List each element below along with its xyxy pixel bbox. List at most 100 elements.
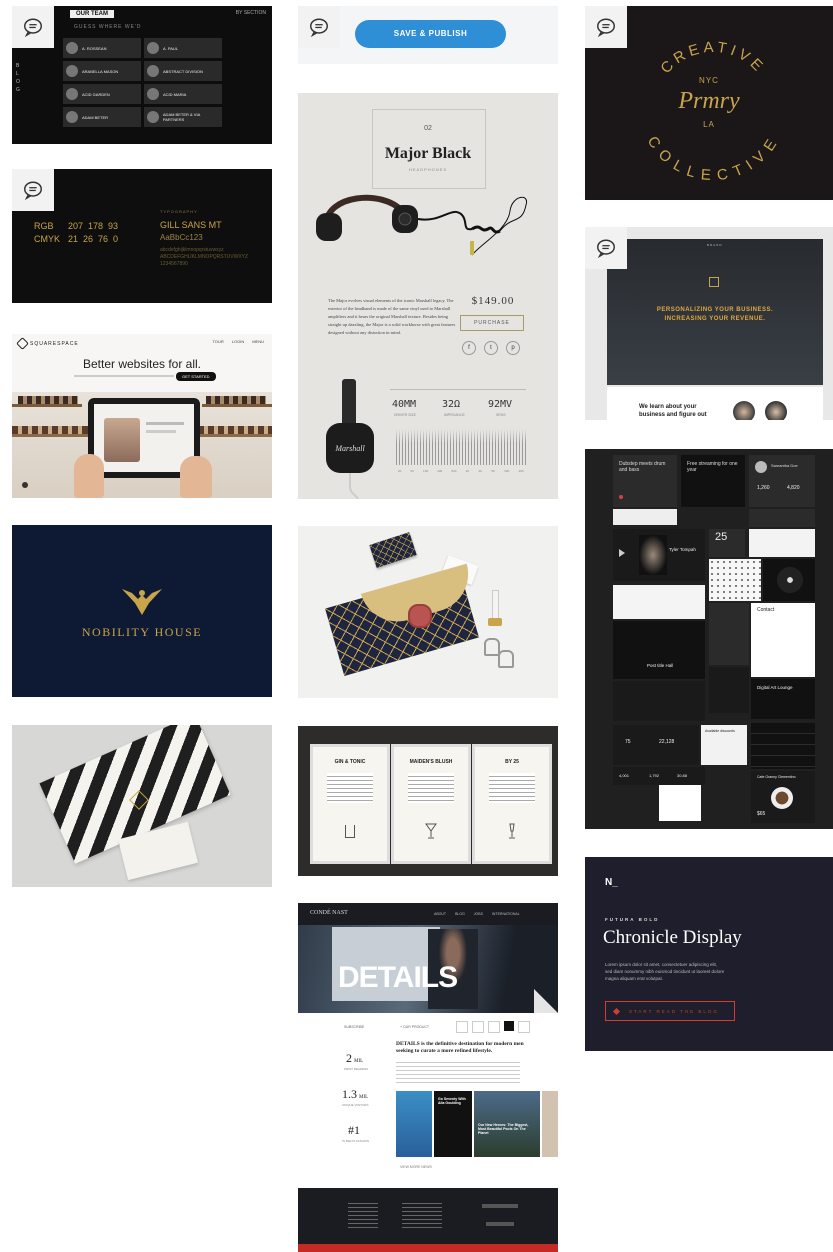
comment-button[interactable]	[12, 169, 54, 211]
nav-blog[interactable]: BLOG	[455, 912, 465, 916]
chronicle-body: Lorem ipsum dolor sit amet, consectetuer…	[605, 962, 725, 981]
post-title: Post title Hall	[647, 663, 674, 668]
contact-card[interactable]: Contact	[751, 603, 815, 677]
nav-jobs[interactable]: JOBS	[474, 912, 483, 916]
nav-tour[interactable]: TOUR	[213, 339, 224, 344]
read-blog-button[interactable]: START READ THE BLOG	[605, 1001, 735, 1021]
brand-colors-tile[interactable]: RGB 207 178 93 CMYK 21 26 76 0 TYPOGRAPH…	[12, 169, 272, 303]
team-header: OUR TEAM	[70, 10, 114, 18]
team-member-card[interactable]: ADAM BETER & VIA PARTNERS	[144, 107, 222, 127]
profile-card[interactable]: Samantha Doe 1,260 4,820	[749, 455, 815, 507]
person-photo	[733, 401, 755, 420]
publish-tile[interactable]: SAVE & PUBLISH	[298, 6, 558, 64]
stats-card[interactable]: 75 22,128	[613, 725, 699, 765]
article-card[interactable]	[396, 1091, 432, 1157]
logo-text: SQUARESPACE	[30, 340, 79, 347]
nav-about[interactable]: ABOUT	[434, 912, 446, 916]
pinterest-icon[interactable]: p	[506, 341, 520, 355]
settings-card[interactable]	[749, 529, 815, 557]
purchase-button[interactable]: PURCHASE	[460, 315, 524, 331]
calendar-widget[interactable]	[709, 559, 761, 601]
striped-card-tile[interactable]	[12, 725, 272, 887]
creative-collective-tile[interactable]: CREATIVE COLLECTIVE NYC Prmry LA	[585, 6, 833, 200]
dropdown-menu[interactable]	[659, 785, 701, 821]
article-card[interactable]: Go Seventy With Alia Goulding	[434, 1091, 472, 1157]
nav-menu[interactable]: MENU	[252, 339, 264, 344]
search-icon[interactable]	[504, 1021, 514, 1031]
team-member-card[interactable]: ACID MARIA	[144, 84, 222, 104]
twitter-icon[interactable]: t	[484, 341, 498, 355]
personalizing-tile[interactable]: BRAND PERSONALIZING YOUR BUSINESS. INCRE…	[585, 227, 833, 420]
shelf-items	[12, 426, 92, 434]
tablet-text	[146, 422, 184, 425]
list-card[interactable]	[709, 603, 749, 665]
play-icon[interactable]	[619, 549, 625, 557]
person-photo	[765, 401, 787, 420]
subscribe-link[interactable]: SUBSCRIBE	[344, 1025, 364, 1029]
freq-tick-label: 20	[398, 469, 402, 473]
chat-card[interactable]	[749, 509, 815, 527]
stationery-tile[interactable]	[298, 526, 558, 698]
team-right-label[interactable]: BY SECTION	[236, 10, 266, 16]
ui-kit-tile[interactable]: Dubstep meets drum and bass Free streami…	[585, 449, 833, 829]
comment-button[interactable]	[12, 6, 54, 48]
spec-impedance-value: 32Ω	[442, 399, 461, 410]
headphones-image	[316, 194, 528, 256]
team-directory-tile[interactable]: OUR TEAM GUESS WHERE WE'D BY SECTION B L…	[12, 6, 272, 144]
article-card[interactable]	[613, 585, 705, 619]
article-card[interactable]	[542, 1091, 558, 1157]
play-icon[interactable]	[709, 277, 719, 287]
team-member-card[interactable]: ADAM BETER	[63, 107, 141, 127]
details-site-tile[interactable]: CONDÉ NAST ABOUT BLOG JOBS INTERNATIONAL…	[298, 903, 558, 1185]
scroll-indicator[interactable]	[22, 482, 28, 488]
major-black-tile[interactable]: 02 Major Black HEADPHONES The Major evol…	[298, 93, 558, 499]
comment-button[interactable]	[585, 227, 627, 269]
get-started-button[interactable]: GET STARTED	[176, 372, 216, 381]
vinyl-card[interactable]	[763, 559, 815, 601]
widget-card[interactable]: Free streaming for one year	[681, 455, 745, 507]
widget-card[interactable]: Dubstep meets drum and bass	[613, 455, 677, 507]
facebook-icon[interactable]: f	[462, 341, 476, 355]
member-name: ADAM BETER	[82, 114, 109, 120]
social-icon[interactable]	[456, 1021, 468, 1033]
product-price: $149.00	[471, 295, 515, 307]
coffee-card[interactable]: Cafe Granny Clementino $65	[751, 771, 815, 823]
team-member-card[interactable]: ABSTRACT DIVISION	[144, 61, 222, 81]
nobility-house-tile[interactable]: NOBILITY HOUSE	[12, 525, 272, 697]
drink-menu-tile[interactable]: GIN & TONIC MAIDEN'S BLUSH BY 25	[298, 726, 558, 876]
date-card: 25	[709, 529, 745, 557]
team-member-card[interactable]: ACID GARDEN	[63, 84, 141, 104]
nav-international[interactable]: INTERNATIONAL	[492, 912, 520, 916]
user-card[interactable]	[613, 681, 705, 721]
social-icon[interactable]	[488, 1021, 500, 1033]
discounts-card[interactable]: Available discounts	[701, 725, 747, 765]
seal-stamp-base	[488, 618, 502, 626]
team-member-card[interactable]: A. ROSSEAN	[63, 38, 141, 58]
social-icon[interactable]	[472, 1021, 484, 1033]
nav-login[interactable]: LOGIN	[232, 339, 244, 344]
svg-text:Marshall: Marshall	[334, 444, 365, 453]
conde-nast-logo[interactable]: CONDÉ NAST	[310, 910, 348, 916]
menu-icon[interactable]	[518, 1021, 530, 1033]
team-member-card[interactable]: ARABELLA MASON	[63, 61, 141, 81]
comment-button[interactable]	[298, 6, 340, 48]
quote-card[interactable]	[709, 667, 749, 713]
player-card[interactable]: Tyler Tompah	[613, 529, 705, 581]
products-link[interactable]: + OUR PRODUCT	[400, 1025, 429, 1029]
list-rows[interactable]	[751, 723, 815, 769]
map-card[interactable]: Post title Hall	[613, 621, 705, 679]
squarespace-logo: SQUARESPACE	[16, 337, 79, 350]
menu-card: MAIDEN'S BLUSH	[391, 744, 471, 864]
details-footer-tile[interactable]	[298, 1188, 558, 1252]
squarespace-tile[interactable]: SQUARESPACE TOUR LOGIN MENU Better websi…	[12, 334, 272, 498]
lecture-card[interactable]: Digital Art Lounge	[751, 679, 815, 719]
comment-button[interactable]	[585, 6, 627, 48]
personal-nav[interactable]: BRAND	[707, 243, 723, 247]
contact-title: Contact	[757, 607, 775, 613]
save-publish-button[interactable]: SAVE & PUBLISH	[355, 20, 506, 48]
stat-value: 22,128	[659, 739, 675, 745]
team-member-card[interactable]: A. PAUL	[144, 38, 222, 58]
view-more-link[interactable]: VIEW MORE NEWS	[400, 1165, 432, 1169]
chronicle-tile[interactable]: N_ FUTURA BOLD Chronicle Display Lorem i…	[585, 857, 833, 1051]
article-card[interactable]: Our New Heroes: The Biggest, Most Beauti…	[474, 1091, 540, 1157]
